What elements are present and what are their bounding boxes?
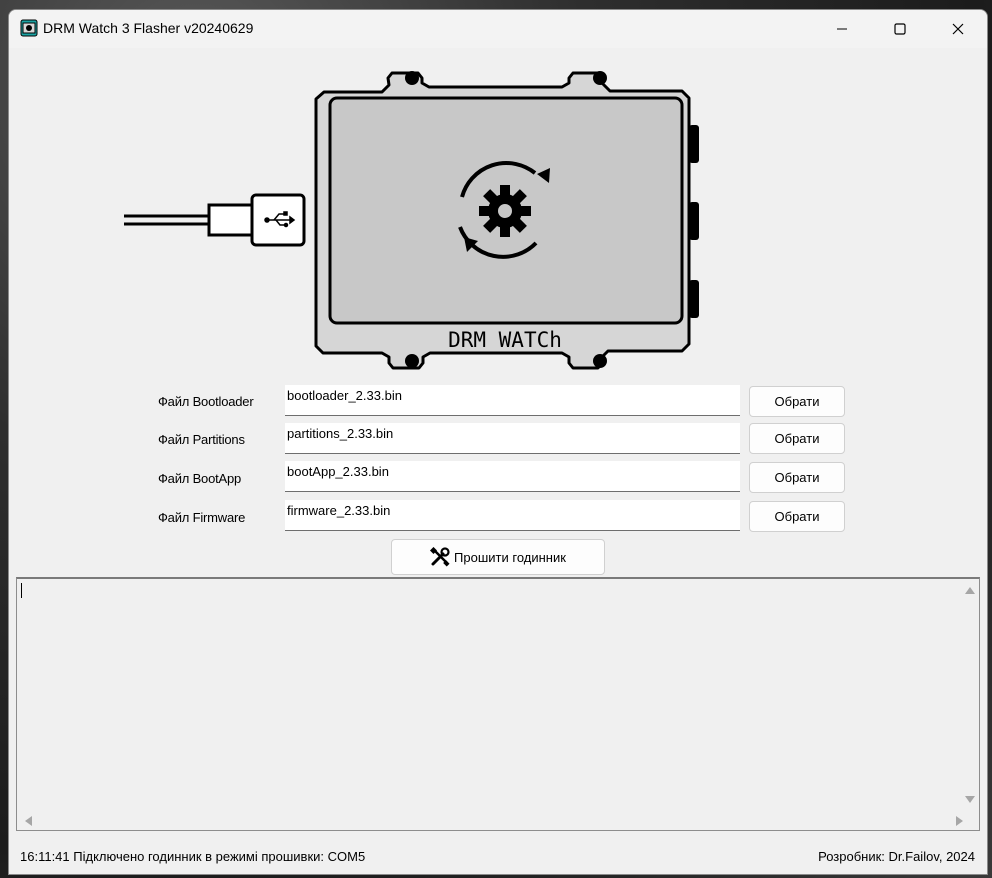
maximize-button[interactable] (871, 10, 929, 48)
window-title: DRM Watch 3 Flasher v20240629 (43, 20, 254, 36)
minimize-button[interactable] (813, 10, 871, 48)
vertical-scrollbar[interactable] (961, 579, 979, 811)
firmware-label: Файл Firmware (158, 510, 246, 525)
firmware-browse-button[interactable]: Обрати (749, 501, 845, 532)
text-caret (21, 583, 22, 598)
app-icon (20, 19, 38, 37)
partitions-field[interactable]: partitions_2.33.bin (285, 423, 740, 454)
scroll-down-icon[interactable] (965, 796, 975, 803)
scroll-left-icon[interactable] (25, 816, 32, 826)
scroll-right-icon[interactable] (956, 816, 963, 826)
maximize-icon (894, 23, 906, 35)
bootloader-label: Файл Bootloader (158, 394, 254, 409)
minimize-icon (837, 28, 847, 30)
status-message: 16:11:41 Підключено годинник в режимі пр… (20, 849, 366, 864)
bootloader-field[interactable]: bootloader_2.33.bin (285, 385, 740, 416)
flash-button-label: Прошити годинник (454, 549, 566, 565)
scroll-up-icon[interactable] (965, 587, 975, 594)
tools-icon (430, 547, 450, 567)
flash-watch-button[interactable]: Прошити годинник (391, 539, 605, 575)
device-label: DRM WATCh (448, 328, 562, 352)
log-textbox[interactable] (16, 577, 980, 831)
device-illustration: DRM WATCh (124, 71, 699, 370)
app-window: DRM Watch 3 Flasher v20240629 DRM WATCh … (8, 9, 988, 875)
partitions-label: Файл Partitions (158, 432, 245, 447)
author-credit: Розробник: Dr.Failov, 2024 (818, 849, 975, 864)
bootapp-browse-button[interactable]: Обрати (749, 462, 845, 493)
close-icon (952, 23, 964, 35)
firmware-field[interactable]: firmware_2.33.bin (285, 500, 740, 531)
close-button[interactable] (929, 10, 987, 48)
bootapp-field[interactable]: bootApp_2.33.bin (285, 461, 740, 492)
bootapp-label: Файл BootApp (158, 471, 242, 486)
bootloader-browse-button[interactable]: Обрати (749, 386, 845, 417)
partitions-browse-button[interactable]: Обрати (749, 423, 845, 454)
title-bar[interactable]: DRM Watch 3 Flasher v20240629 (9, 10, 987, 48)
horizontal-scrollbar[interactable] (17, 812, 963, 830)
